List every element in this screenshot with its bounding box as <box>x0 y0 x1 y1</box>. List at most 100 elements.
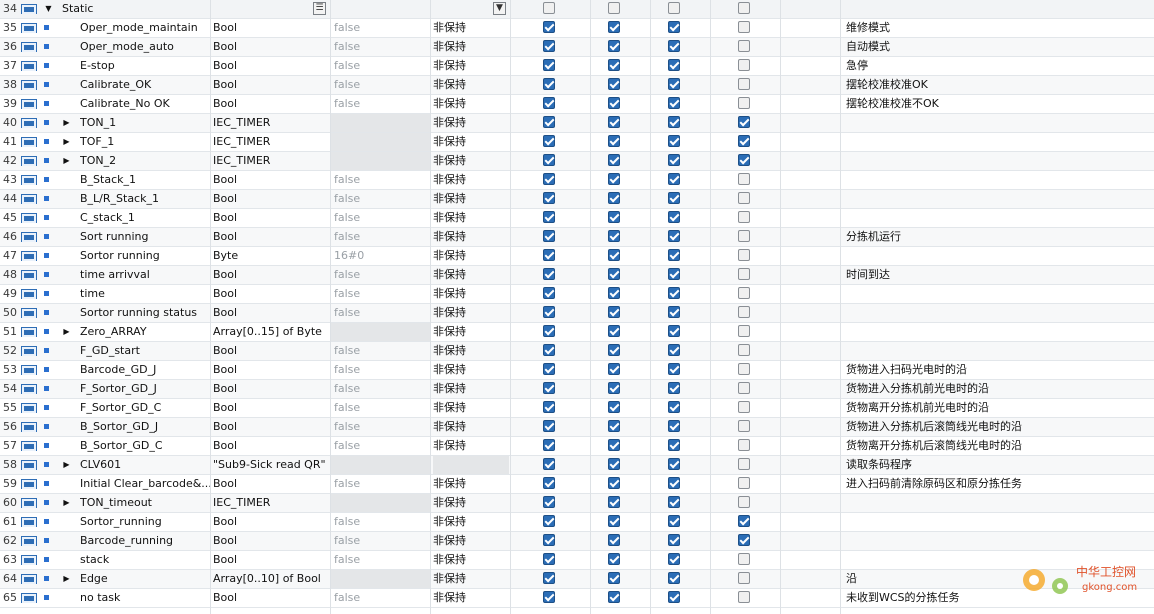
setpoint-checkbox[interactable] <box>738 97 750 109</box>
setpoint-checkbox[interactable] <box>738 116 750 128</box>
accessible-hmi-checkbox[interactable] <box>543 249 555 261</box>
visible-hmi-checkbox[interactable] <box>668 21 680 33</box>
table-row[interactable]: 60 ▶ TON_timeout IEC_TIMER 非保持 <box>0 494 1154 513</box>
variable-name[interactable]: B_L/R_Stack_1 <box>80 190 210 208</box>
writable-hmi-checkbox[interactable] <box>608 401 620 413</box>
variable-name[interactable]: Edge <box>80 570 210 588</box>
comment[interactable]: 货物离开分拣机后滚筒线光电时的沿 <box>846 437 1146 455</box>
retain-setting[interactable]: 非保持 <box>433 380 509 398</box>
writable-hmi-checkbox[interactable] <box>608 325 620 337</box>
writable-hmi-checkbox[interactable] <box>608 515 620 527</box>
setpoint-checkbox[interactable] <box>738 40 750 52</box>
setpoint-checkbox[interactable] <box>738 553 750 565</box>
writable-hmi-checkbox[interactable] <box>608 458 620 470</box>
data-type[interactable]: Bool <box>213 418 329 436</box>
table-row[interactable]: 54 F_Sortor_GD_J Bool false 非保持 货物进入分拣机前光电时的沿 <box>0 380 1154 399</box>
accessible-hmi-checkbox[interactable] <box>543 116 555 128</box>
data-type[interactable]: Bool <box>213 437 329 455</box>
writable-hmi-checkbox[interactable] <box>608 268 620 280</box>
writable-hmi-checkbox[interactable] <box>608 116 620 128</box>
data-type[interactable]: Bool <box>213 76 329 94</box>
comment[interactable] <box>846 152 1146 170</box>
setpoint-checkbox[interactable] <box>738 344 750 356</box>
visible-hmi-checkbox[interactable] <box>668 192 680 204</box>
table-row[interactable]: 38 Calibrate_OK Bool false 非保持 摆轮校准校准OK <box>0 76 1154 95</box>
default-value[interactable]: false <box>331 532 430 550</box>
data-type[interactable]: Bool <box>213 19 329 37</box>
variable-name[interactable]: Barcode_running <box>80 532 210 550</box>
variable-name[interactable]: Sortor_running <box>80 513 210 531</box>
setpoint-checkbox[interactable] <box>738 154 750 166</box>
visible-hmi-checkbox[interactable] <box>668 401 680 413</box>
visible-hmi-checkbox[interactable] <box>668 287 680 299</box>
default-value[interactable] <box>331 323 430 341</box>
visible-hmi-checkbox[interactable] <box>668 363 680 375</box>
retain-setting[interactable]: 非保持 <box>433 266 509 284</box>
setpoint-checkbox[interactable] <box>738 249 750 261</box>
comment[interactable] <box>846 247 1146 265</box>
variable-name[interactable]: no task <box>80 589 210 607</box>
expand-arrow-icon[interactable]: ▶ <box>62 152 71 170</box>
setpoint-checkbox[interactable] <box>738 591 750 603</box>
accessible-hmi-checkbox[interactable] <box>543 325 555 337</box>
table-row[interactable]: 45 C_stack_1 Bool false 非保持 <box>0 209 1154 228</box>
default-value[interactable]: false <box>331 513 430 531</box>
retain-setting[interactable]: 非保持 <box>433 513 509 531</box>
variable-name[interactable]: time arrivval <box>80 266 210 284</box>
data-type[interactable]: Bool <box>213 285 329 303</box>
retain-setting[interactable]: 非保持 <box>433 95 509 113</box>
default-value[interactable]: 16#0 <box>331 247 430 265</box>
setpoint-checkbox[interactable] <box>738 515 750 527</box>
variable-name[interactable]: TON_timeout <box>80 494 210 512</box>
retain-setting[interactable]: 非保持 <box>433 209 509 227</box>
visible-hmi-checkbox[interactable] <box>668 249 680 261</box>
table-row[interactable]: 48 time arrivval Bool false 非保持 时间到达 <box>0 266 1154 285</box>
variable-name[interactable]: Calibrate_OK <box>80 76 210 94</box>
accessible-hmi-checkbox[interactable] <box>543 591 555 603</box>
variable-name[interactable]: F_GD_start <box>80 342 210 360</box>
comment[interactable] <box>846 285 1146 303</box>
retain-setting[interactable]: 非保持 <box>433 532 509 550</box>
comment[interactable] <box>846 209 1146 227</box>
setpoint-checkbox[interactable] <box>738 78 750 90</box>
accessible-hmi-checkbox[interactable] <box>543 306 555 318</box>
writable-hmi-checkbox[interactable] <box>608 287 620 299</box>
comment[interactable]: 货物进入扫码光电时的沿 <box>846 361 1146 379</box>
setpoint-checkbox[interactable] <box>738 439 750 451</box>
data-type[interactable]: Byte <box>213 247 329 265</box>
default-value[interactable]: false <box>331 38 430 56</box>
data-type[interactable]: IEC_TIMER <box>213 494 329 512</box>
default-value[interactable]: false <box>331 95 430 113</box>
accessible-hmi-checkbox[interactable] <box>543 154 555 166</box>
retain-setting[interactable]: 非保持 <box>433 361 509 379</box>
comment[interactable] <box>846 532 1146 550</box>
visible-hmi-checkbox[interactable] <box>668 344 680 356</box>
default-value[interactable]: false <box>331 551 430 569</box>
setpoint-checkbox[interactable] <box>738 230 750 242</box>
retain-setting[interactable]: 非保持 <box>433 589 509 607</box>
default-value[interactable]: false <box>331 285 430 303</box>
writable-hmi-checkbox[interactable] <box>608 382 620 394</box>
variable-name[interactable]: TOF_1 <box>80 133 210 151</box>
table-row[interactable]: 40 ▶ TON_1 IEC_TIMER 非保持 <box>0 114 1154 133</box>
table-row[interactable]: 44 B_L/R_Stack_1 Bool false 非保持 <box>0 190 1154 209</box>
accessible-hmi-checkbox[interactable] <box>543 439 555 451</box>
default-value[interactable] <box>331 570 430 588</box>
visible-hmi-checkbox[interactable] <box>668 382 680 394</box>
variable-name[interactable]: Oper_mode_auto <box>80 38 210 56</box>
visible-hmi-checkbox[interactable] <box>668 591 680 603</box>
visible-hmi-checkbox[interactable] <box>668 173 680 185</box>
header-checkbox[interactable] <box>608 2 620 14</box>
visible-hmi-checkbox[interactable] <box>668 515 680 527</box>
variable-name[interactable]: F_Sortor_GD_C <box>80 399 210 417</box>
accessible-hmi-checkbox[interactable] <box>543 97 555 109</box>
default-value[interactable]: false <box>331 171 430 189</box>
variable-name[interactable]: B_Stack_1 <box>80 171 210 189</box>
accessible-hmi-checkbox[interactable] <box>543 363 555 375</box>
data-type[interactable]: IEC_TIMER <box>213 152 329 170</box>
data-type[interactable]: Bool <box>213 190 329 208</box>
retain-setting[interactable]: 非保持 <box>433 171 509 189</box>
default-value[interactable]: false <box>331 589 430 607</box>
visible-hmi-checkbox[interactable] <box>668 534 680 546</box>
visible-hmi-checkbox[interactable] <box>668 59 680 71</box>
